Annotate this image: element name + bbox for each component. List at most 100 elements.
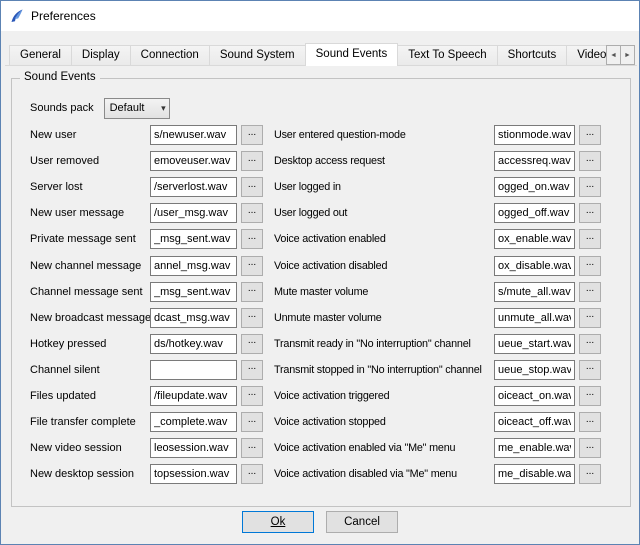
sound-event-label: Voice activation triggered — [274, 390, 494, 402]
sound-file-input[interactable] — [494, 438, 575, 458]
sound-file-input[interactable] — [150, 151, 237, 171]
browse-button[interactable]: ... — [241, 282, 263, 302]
sound-event-row: Hotkey pressed...Transmit ready in "No i… — [30, 331, 622, 357]
title-bar: Preferences — [1, 1, 639, 31]
sound-event-label: Private message sent — [30, 233, 150, 245]
sound-file-input[interactable] — [150, 125, 237, 145]
browse-button[interactable]: ... — [241, 334, 263, 354]
sound-file-input[interactable] — [494, 229, 575, 249]
browse-button[interactable]: ... — [241, 125, 263, 145]
browse-button[interactable]: ... — [579, 229, 601, 249]
tab-display[interactable]: Display — [71, 45, 131, 66]
browse-button[interactable]: ... — [241, 464, 263, 484]
browse-button[interactable]: ... — [579, 256, 601, 276]
sound-file-input[interactable] — [494, 282, 575, 302]
browse-button[interactable]: ... — [579, 386, 601, 406]
browse-button[interactable]: ... — [579, 334, 601, 354]
sound-event-label: Files updated — [30, 390, 150, 402]
sound-file-input[interactable] — [150, 464, 237, 484]
tab-connection[interactable]: Connection — [130, 45, 210, 66]
sound-event-label: Channel silent — [30, 364, 150, 376]
sound-event-label: Unmute master volume — [274, 312, 494, 324]
tab-scroll-left-button[interactable]: ◄ — [606, 45, 621, 65]
browse-button[interactable]: ... — [241, 177, 263, 197]
browse-button[interactable]: ... — [241, 151, 263, 171]
sound-file-input[interactable] — [494, 177, 575, 197]
sound-file-input[interactable] — [494, 125, 575, 145]
sound-file-input[interactable] — [494, 256, 575, 276]
browse-button[interactable]: ... — [241, 438, 263, 458]
tab-sound-events[interactable]: Sound Events — [305, 43, 399, 66]
sound-file-input[interactable] — [150, 256, 237, 276]
ok-button[interactable]: Ok — [242, 511, 314, 533]
browse-button[interactable]: ... — [579, 282, 601, 302]
sound-event-label: Voice activation disabled via "Me" menu — [274, 468, 494, 480]
sound-event-label: User logged in — [274, 181, 494, 193]
browse-button[interactable]: ... — [579, 177, 601, 197]
sound-event-label: New user — [30, 129, 150, 141]
tab-text-to-speech[interactable]: Text To Speech — [397, 45, 497, 66]
preferences-dialog: Preferences GeneralDisplayConnectionSoun… — [0, 0, 640, 545]
browse-button[interactable]: ... — [579, 308, 601, 328]
sound-event-row: Private message sent... Voice activation … — [30, 226, 622, 252]
footer: Ok Cancel — [1, 511, 639, 533]
sound-event-label: New desktop session — [30, 468, 150, 480]
sound-file-input[interactable] — [150, 360, 237, 380]
sound-file-input[interactable] — [150, 412, 237, 432]
sound-file-input[interactable] — [150, 334, 237, 354]
sound-event-label: User removed — [30, 155, 150, 167]
sound-file-input[interactable] — [150, 282, 237, 302]
sound-file-input[interactable] — [150, 308, 237, 328]
sound-file-input[interactable] — [494, 412, 575, 432]
sound-event-label: Server lost — [30, 181, 150, 193]
sound-file-input[interactable] — [494, 386, 575, 406]
sound-event-label: Voice activation enabled — [274, 233, 494, 245]
browse-button[interactable]: ... — [579, 125, 601, 145]
browse-button[interactable]: ... — [241, 229, 263, 249]
tab-general[interactable]: General — [9, 45, 72, 66]
tab-scroll-buttons: ◄ ► — [607, 45, 635, 65]
browse-button[interactable]: ... — [579, 203, 601, 223]
browse-button[interactable]: ... — [241, 256, 263, 276]
cancel-button[interactable]: Cancel — [326, 511, 398, 533]
sounds-pack-select[interactable]: Default ▾ — [104, 98, 170, 119]
tab-sound-system[interactable]: Sound System — [209, 45, 306, 66]
browse-button[interactable]: ... — [241, 412, 263, 432]
browse-button[interactable]: ... — [579, 360, 601, 380]
cancel-button-label: Cancel — [344, 516, 380, 528]
sound-event-label: User entered question-mode — [274, 129, 494, 141]
sounds-pack-label: Sounds pack — [30, 102, 94, 114]
sound-event-row: New user message...User logged out... — [30, 200, 622, 226]
sounds-pack-value: Default — [110, 102, 161, 114]
browse-button[interactable]: ... — [579, 438, 601, 458]
sound-event-label: New video session — [30, 442, 150, 454]
sound-file-input[interactable] — [150, 438, 237, 458]
sound-event-label: User logged out — [274, 207, 494, 219]
sound-event-label: Voice activation stopped — [274, 416, 494, 428]
browse-button[interactable]: ... — [579, 464, 601, 484]
sound-file-input[interactable] — [494, 151, 575, 171]
sound-file-input[interactable] — [150, 203, 237, 223]
tab-scroll-right-button[interactable]: ► — [620, 45, 635, 65]
sound-event-row: New desktop session... Voice activation d… — [30, 461, 622, 487]
sound-event-row: User removed... Desktop access request... — [30, 148, 622, 174]
browse-button[interactable]: ... — [579, 151, 601, 171]
browse-button[interactable]: ... — [579, 412, 601, 432]
sound-event-row: Channel silent...Transmit stopped in "No… — [30, 357, 622, 383]
sound-event-label: Mute master volume — [274, 286, 494, 298]
sound-file-input[interactable] — [150, 177, 237, 197]
sound-file-input[interactable] — [150, 229, 237, 249]
sound-file-input[interactable] — [494, 308, 575, 328]
browse-button[interactable]: ... — [241, 308, 263, 328]
tab-shortcuts[interactable]: Shortcuts — [497, 45, 568, 66]
sound-event-label: Desktop access request — [274, 155, 494, 167]
browse-button[interactable]: ... — [241, 360, 263, 380]
browse-button[interactable]: ... — [241, 386, 263, 406]
sound-file-input[interactable] — [494, 334, 575, 354]
sound-file-input[interactable] — [494, 203, 575, 223]
sound-file-input[interactable] — [494, 464, 575, 484]
sound-file-input[interactable] — [150, 386, 237, 406]
sound-event-rows: New user... User entered question-mode...… — [30, 122, 622, 487]
browse-button[interactable]: ... — [241, 203, 263, 223]
sound-file-input[interactable] — [494, 360, 575, 380]
